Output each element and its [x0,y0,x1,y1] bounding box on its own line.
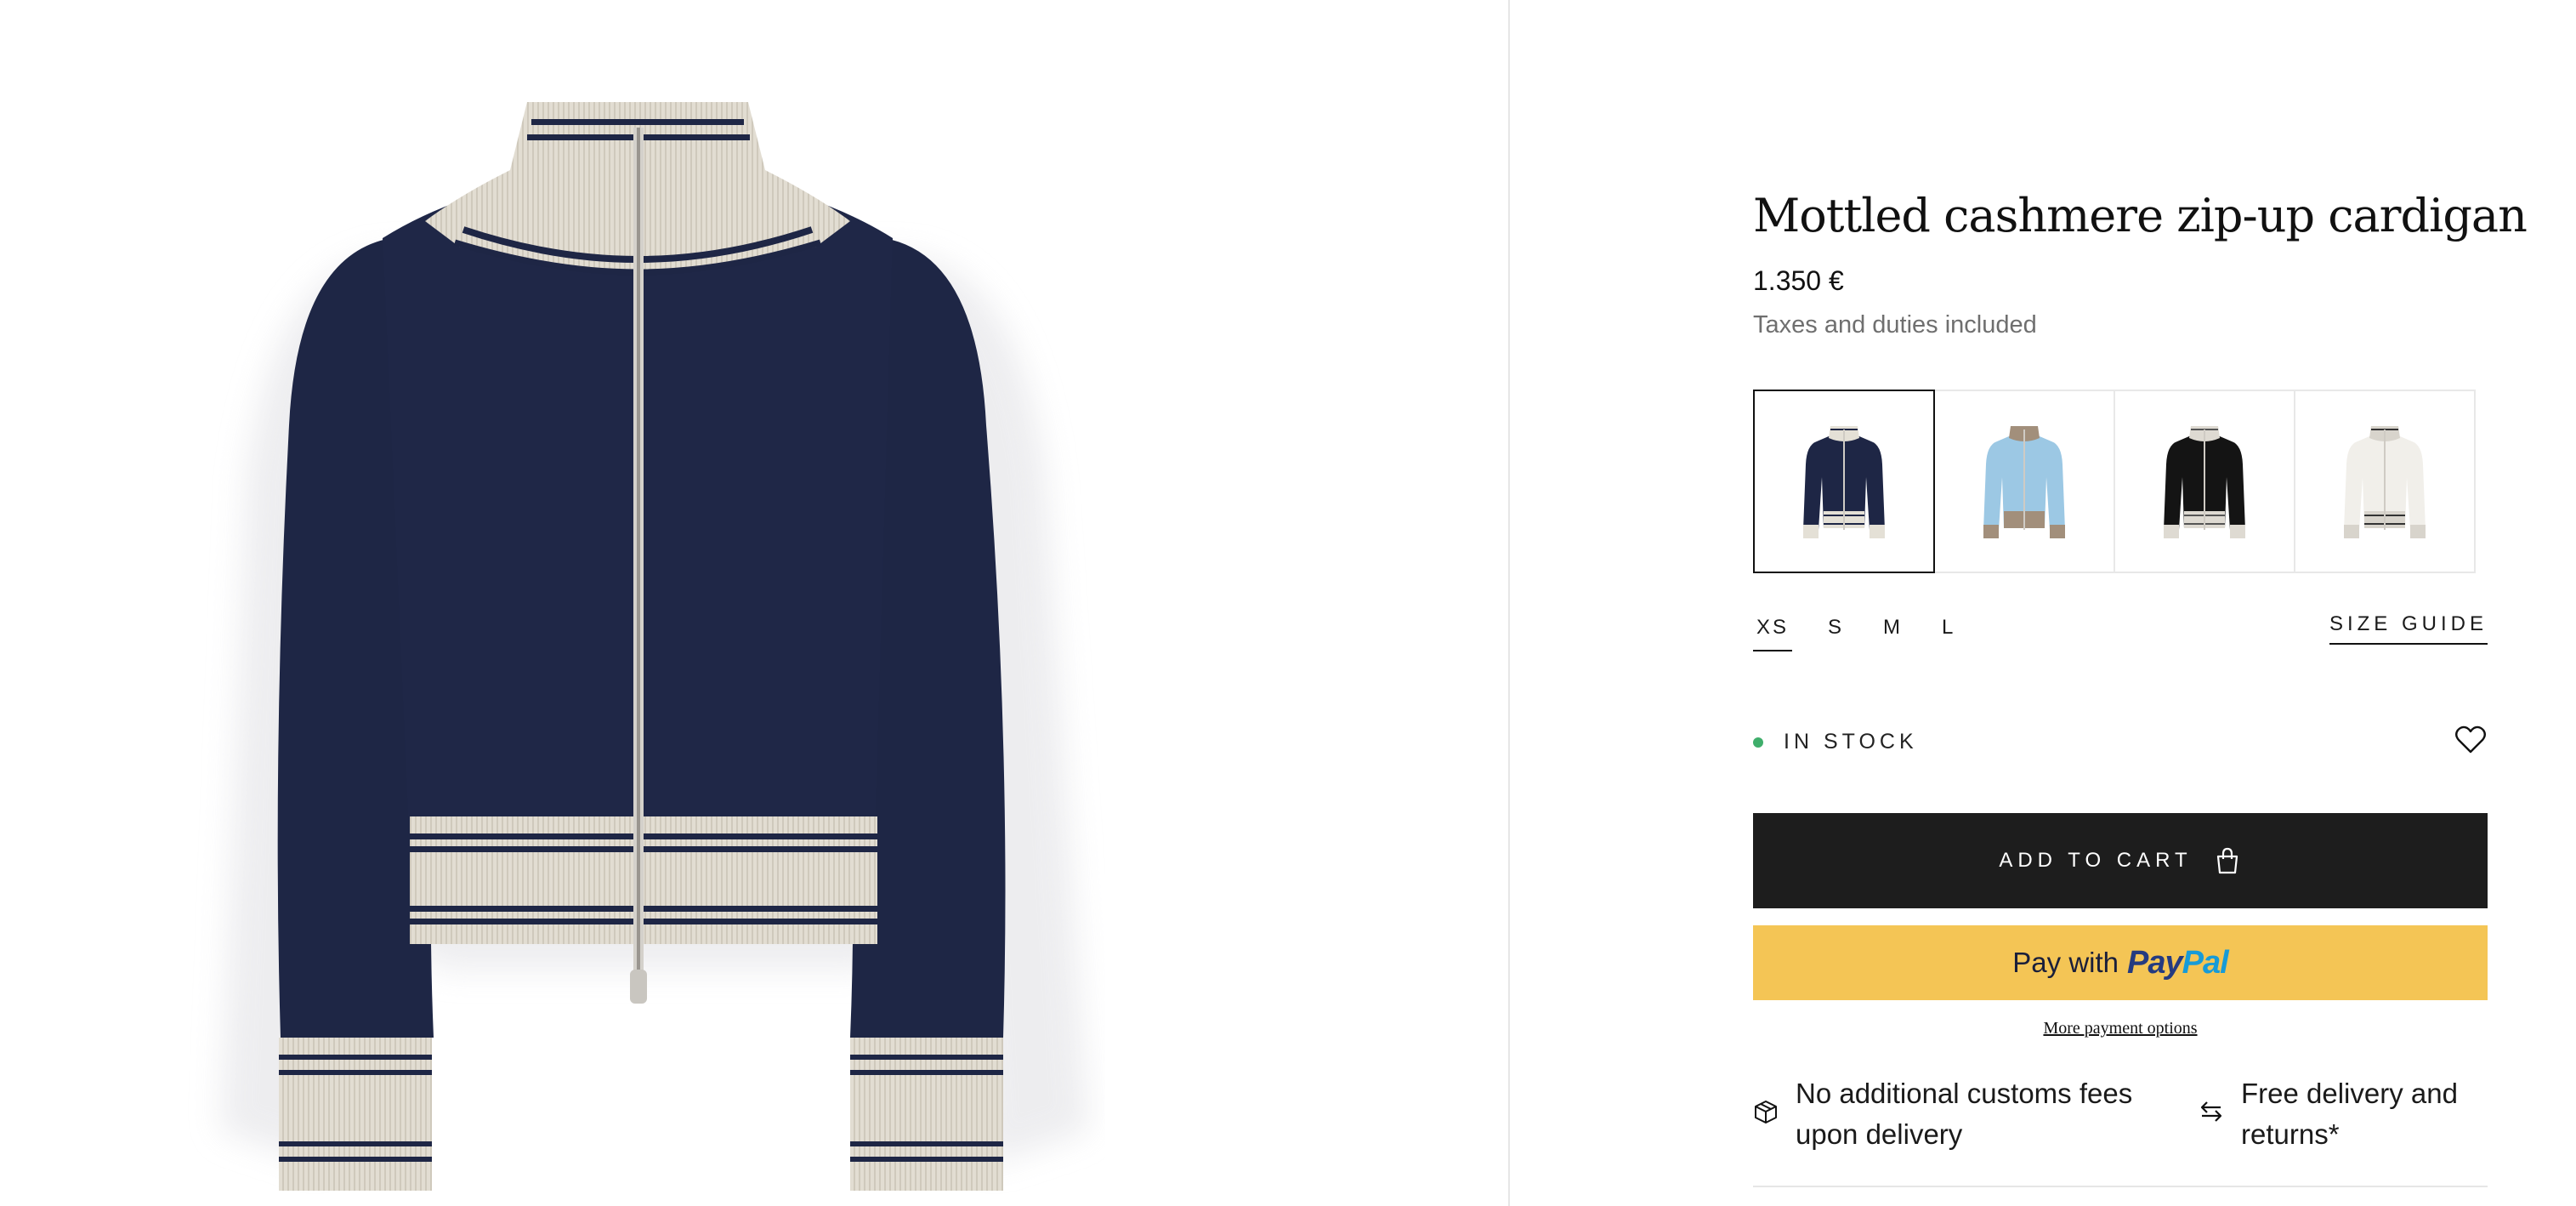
gallery-divider [1508,0,1510,1206]
cardigan-thumbnail-icon [2164,426,2245,538]
paypal-button[interactable]: Pay with PayPal [1753,925,2488,1000]
stock-label: IN STOCK [1784,730,1918,754]
shopping-bag-icon [2216,847,2238,874]
color-swatch-navy[interactable] [1753,390,1935,573]
product-title: Mottled cashmere zip-up cardigan [1753,189,2528,242]
size-option-s[interactable]: S [1824,612,1847,651]
size-option-m[interactable]: M [1880,612,1906,651]
color-swatches [1753,390,2481,573]
feature-customs: No additional customs fees upon delivery [1753,1073,2199,1155]
paypal-prefix: Pay with [2012,947,2119,978]
more-payment-options-link[interactable]: More payment options [1753,1019,2488,1038]
stock-dot-icon [1753,737,1763,748]
feature-customs-text: No additional customs fees upon delivery [1796,1078,2133,1150]
product-price: 1.350 € [1753,265,1844,296]
box-icon [1755,1101,1777,1124]
size-option-xs[interactable]: XS [1753,612,1793,651]
product-info-panel: Mottled cashmere zip-up cardigan 1.350 €… [1753,0,2528,1206]
size-guide-link[interactable]: SIZE GUIDE [2329,612,2488,645]
cardigan-thumbnail-icon [2344,426,2426,538]
section-divider [1753,1186,2488,1187]
tax-note: Taxes and duties included [1753,311,2037,338]
feature-delivery-text: Free delivery and returns* [2241,1078,2458,1150]
exchange-arrows-icon [2200,1101,2222,1122]
product-gallery [0,0,1508,1206]
feature-delivery: Free delivery and returns* [2199,1073,2488,1155]
color-swatch-black[interactable] [2114,390,2295,573]
color-swatch-ivory[interactable] [2294,390,2476,573]
color-swatch-light-blue[interactable] [1933,390,2115,573]
stock-status: IN STOCK [1753,730,1918,754]
paypal-logo: PayPal [2127,944,2229,981]
feature-list: No additional customs fees upon delivery… [1753,1073,2488,1155]
cardigan-thumbnail-icon [1983,426,2065,538]
size-option-l[interactable]: L [1938,612,1959,651]
size-selector: XS S M L [1753,612,1991,651]
add-to-cart-button[interactable]: ADD TO CART [1753,813,2488,908]
heart-icon[interactable] [2454,723,2488,757]
product-main-image[interactable] [170,68,1105,1206]
add-to-cart-label: ADD TO CART [1999,849,2193,872]
cardigan-thumbnail-icon [1803,426,1885,538]
